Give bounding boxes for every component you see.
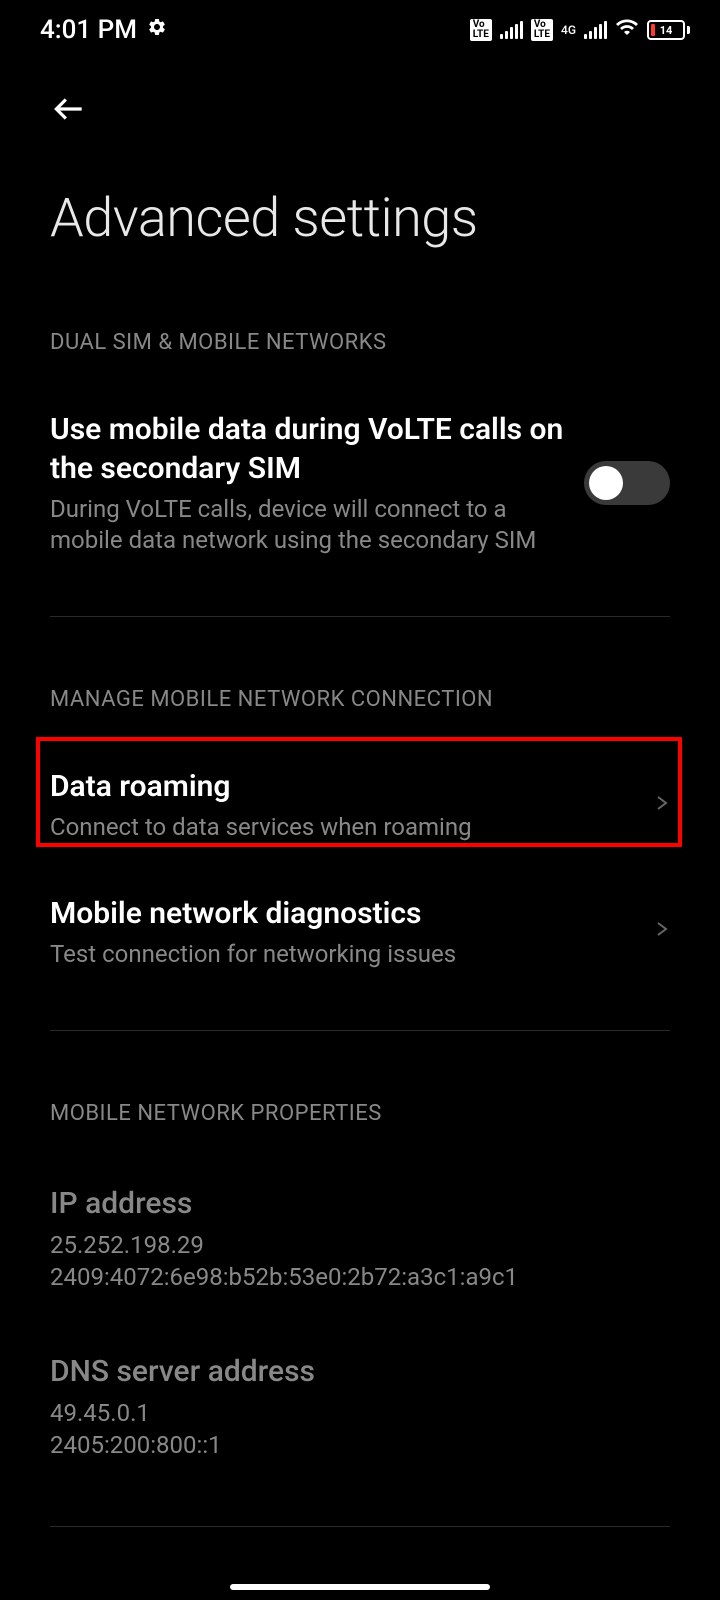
property-title: IP address xyxy=(50,1186,670,1221)
chevron-right-icon xyxy=(654,915,670,948)
setting-volte-secondary-sim[interactable]: Use mobile data during VoLTE calls on th… xyxy=(50,385,670,581)
page-title: Advanced settings xyxy=(50,187,670,250)
property-ip-address: IP address 25.252.198.29 2409:4072:6e98:… xyxy=(50,1156,670,1324)
section-header-manage-connection: MANAGE MOBILE NETWORK CONNECTION xyxy=(50,687,670,712)
gesture-bar[interactable] xyxy=(230,1584,490,1590)
property-dns-address: DNS server address 49.45.0.1 2405:200:80… xyxy=(50,1324,670,1492)
setting-data-roaming[interactable]: Data roaming Connect to data services wh… xyxy=(50,742,670,868)
header: Advanced settings xyxy=(0,60,720,260)
section-header-dual-sim: DUAL SIM & MOBILE NETWORKS xyxy=(50,330,670,355)
status-bar: 4:01 PM VoLTE VoLTE 4G 14 xyxy=(0,0,720,60)
gear-icon xyxy=(147,17,167,43)
property-value: 49.45.0.1 xyxy=(50,1397,670,1429)
setting-subtitle: Test connection for networking issues xyxy=(50,939,634,970)
divider xyxy=(50,616,670,617)
setting-title: Data roaming xyxy=(50,767,634,806)
setting-network-diagnostics[interactable]: Mobile network diagnostics Test connecti… xyxy=(50,869,670,995)
status-time: 4:01 PM xyxy=(40,15,137,45)
signal-bars-1 xyxy=(500,21,523,39)
divider xyxy=(50,1030,670,1031)
property-value: 2409:4072:6e98:b52b:53e0:2b72:a3c1:a9c1 xyxy=(50,1261,670,1293)
section-header-properties: MOBILE NETWORK PROPERTIES xyxy=(50,1101,670,1126)
battery-indicator: 14 xyxy=(647,20,690,40)
wifi-icon xyxy=(615,15,639,45)
property-value: 2405:200:800::1 xyxy=(50,1429,670,1461)
property-value: 25.252.198.29 xyxy=(50,1229,670,1261)
setting-title: Use mobile data during VoLTE calls on th… xyxy=(50,410,564,488)
setting-title: Mobile network diagnostics xyxy=(50,894,634,933)
property-title: DNS server address xyxy=(50,1354,670,1389)
setting-subtitle: Connect to data services when roaming xyxy=(50,812,634,843)
toggle-volte-secondary[interactable] xyxy=(584,461,670,505)
volte-badge-1: VoLTE xyxy=(470,19,492,41)
divider xyxy=(50,1526,670,1527)
network-type-label: 4G xyxy=(561,23,576,37)
chevron-right-icon xyxy=(654,789,670,822)
signal-bars-2 xyxy=(584,21,607,39)
back-button[interactable] xyxy=(50,90,88,137)
setting-subtitle: During VoLTE calls, device will connect … xyxy=(50,494,564,556)
volte-badge-2: VoLTE xyxy=(531,19,553,41)
